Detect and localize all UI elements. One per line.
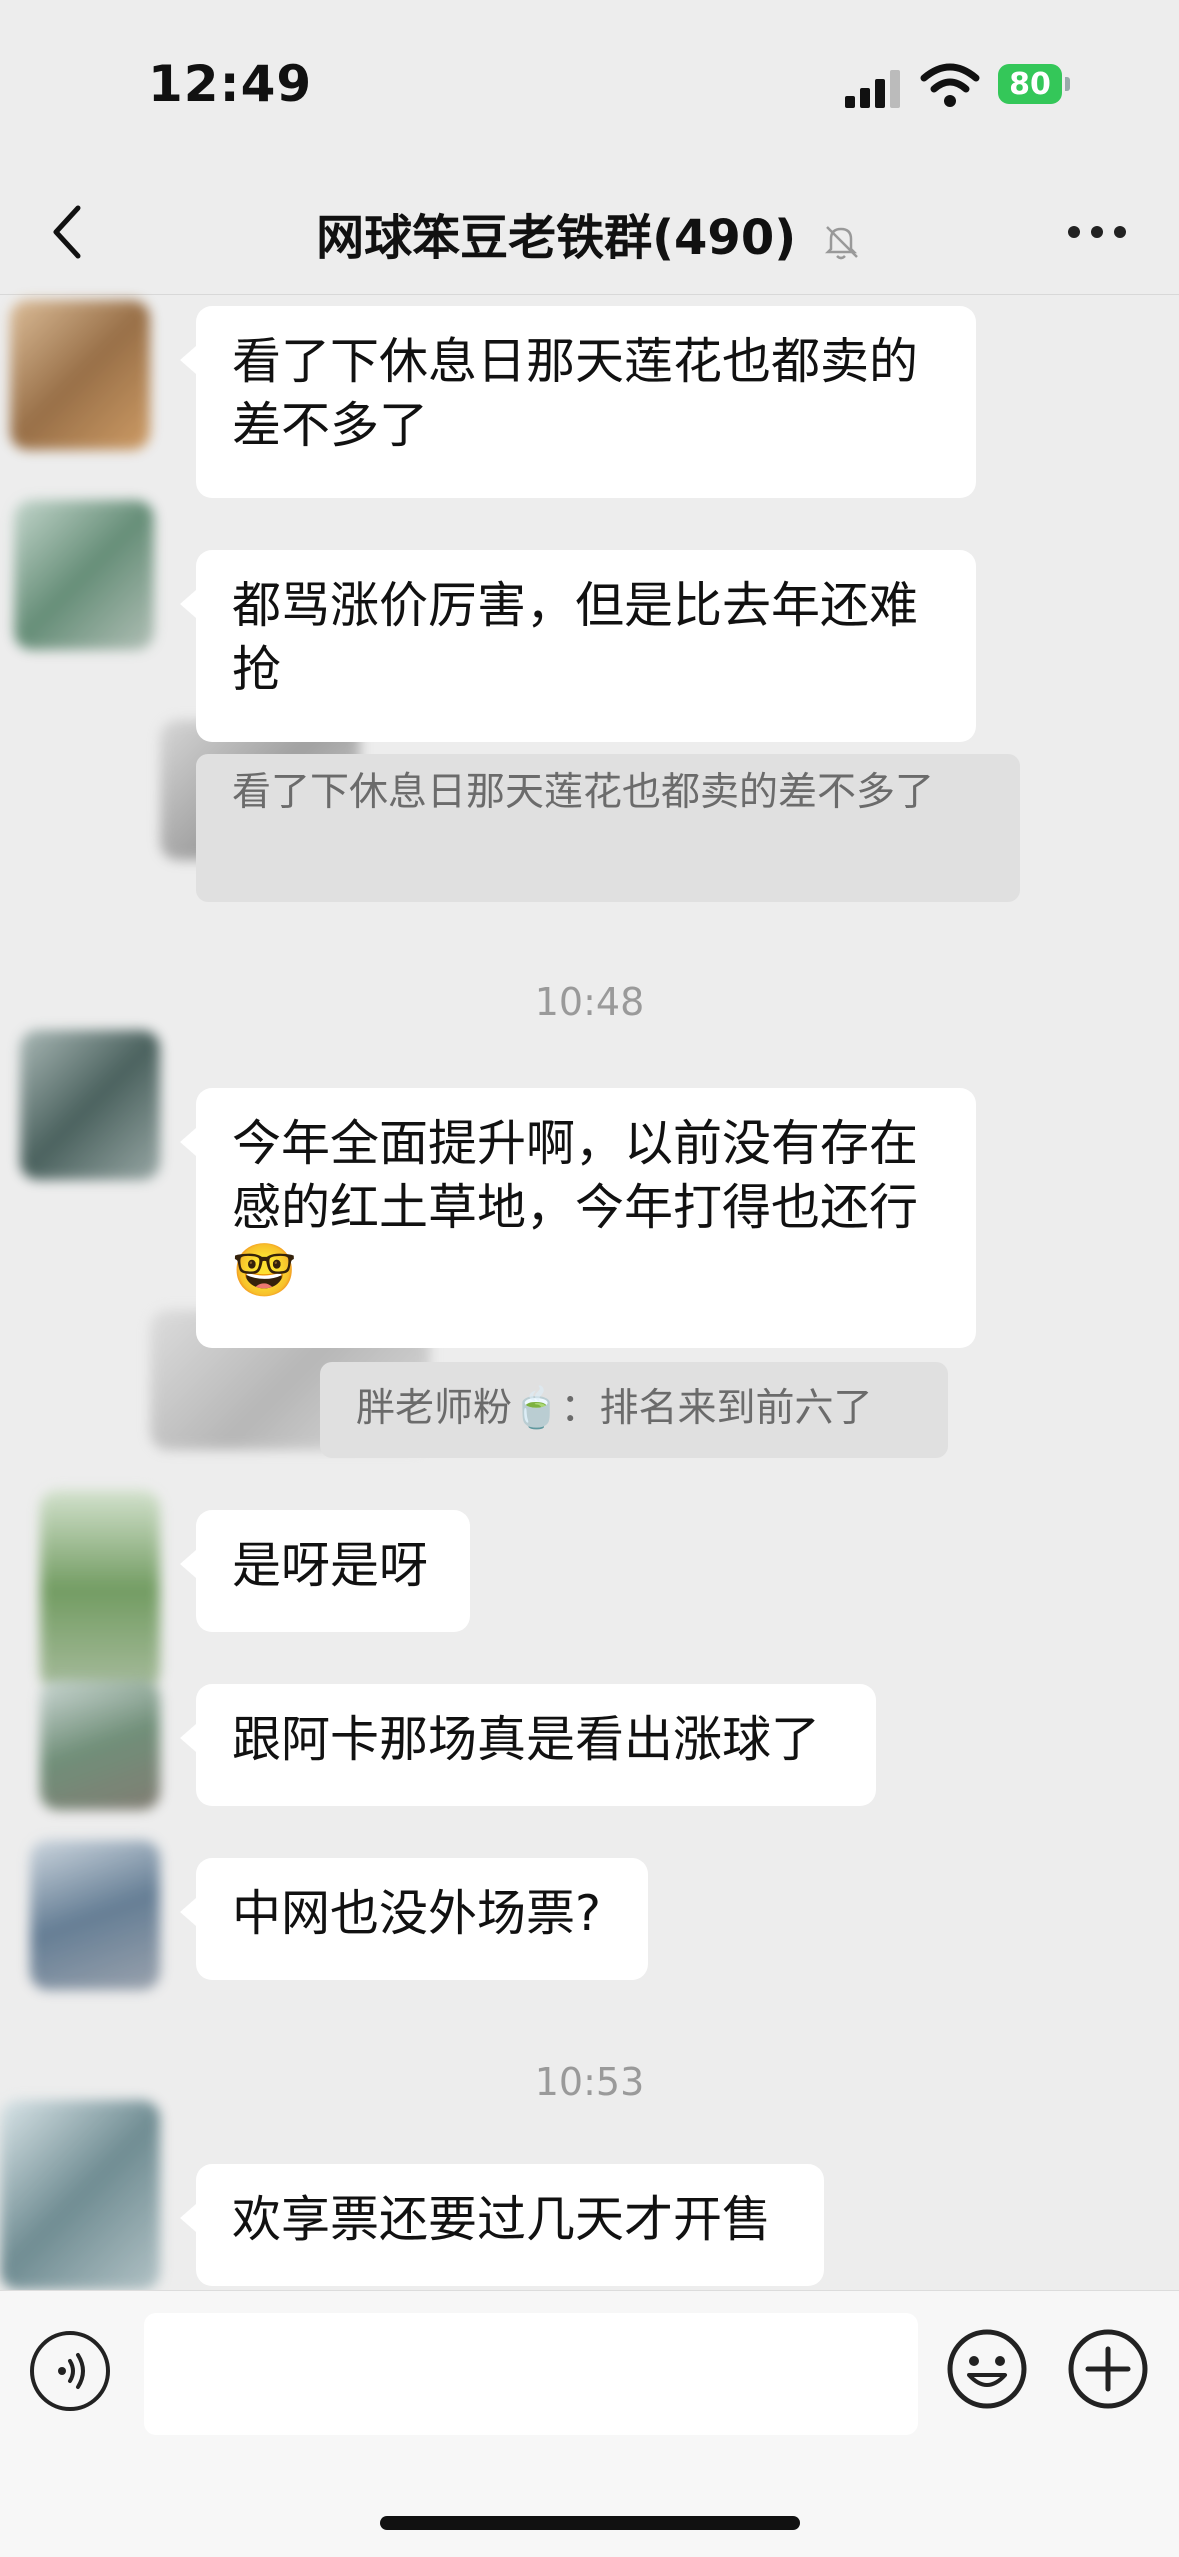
message-bubble[interactable]: 今年全面提升啊，以前没有存在感的红土草地，今年打得也还行 🤓	[180, 1088, 976, 1348]
ellipsis-icon[interactable]	[1062, 220, 1132, 244]
message-text: 中网也没外场票?	[232, 1885, 602, 1942]
message-bubble[interactable]: 欢享票还要过几天才开售	[180, 2164, 824, 2286]
status-bar: 12:49 80	[0, 0, 1179, 170]
avatar[interactable]	[14, 500, 154, 650]
avatar[interactable]	[30, 1840, 160, 1990]
chat-title: 网球笨豆老铁群(490)	[316, 210, 797, 266]
status-time: 12:49	[148, 55, 313, 113]
quoted-message[interactable]: 胖老师粉🍵：排名来到前六了	[320, 1362, 948, 1458]
quoted-text: 看了下休息日那天莲花也都卖的差不多了	[232, 770, 935, 815]
avatar[interactable]	[20, 1030, 160, 1180]
quoted-message[interactable]: 看了下休息日那天莲花也都卖的差不多了	[196, 754, 1020, 902]
voice-icon[interactable]	[30, 2331, 110, 2411]
message-bubble[interactable]: 都骂涨价厉害，但是比去年还难抢	[180, 550, 976, 742]
avatar[interactable]	[40, 1680, 160, 1810]
bell-slash-icon	[824, 226, 858, 260]
plus-circle-icon[interactable]	[1066, 2327, 1150, 2411]
message-text: 是呀是呀	[232, 1537, 429, 1594]
message-text: 都骂涨价厉害，但是比去年还难抢	[232, 577, 919, 698]
avatar[interactable]	[10, 300, 150, 450]
timestamp: 10:53	[534, 2060, 645, 2104]
message-text: 今年全面提升啊，以前没有存在感的红土草地，今年打得也还行	[232, 1115, 919, 1236]
chat-header: 网球笨豆老铁群(490)	[0, 170, 1179, 295]
home-indicator[interactable]	[380, 2516, 800, 2530]
message-text: 看了下休息日那天莲花也都卖的差不多了	[232, 333, 919, 454]
battery-icon: 80	[998, 64, 1072, 104]
smiley-icon[interactable]	[945, 2327, 1029, 2411]
avatar[interactable]	[0, 2100, 160, 2290]
cellular-signal-icon	[845, 68, 901, 108]
avatar[interactable]	[40, 1490, 160, 1690]
battery-level: 80	[998, 64, 1062, 104]
message-input[interactable]	[144, 2313, 918, 2435]
message-bubble[interactable]: 看了下休息日那天莲花也都卖的差不多了	[180, 306, 976, 498]
message-bubble[interactable]: 中网也没外场票?	[180, 1858, 648, 1980]
message-text: 欢享票还要过几天才开售	[232, 2191, 772, 2248]
chat-title-wrap[interactable]: 网球笨豆老铁群(490)	[0, 198, 1179, 268]
message-text: 跟阿卡那场真是看出涨球了	[232, 1711, 821, 1768]
message-bubble[interactable]: 跟阿卡那场真是看出涨球了	[180, 1684, 876, 1806]
quoted-text: 胖老师粉🍵：排名来到前六了	[356, 1386, 873, 1431]
message-bubble[interactable]: 是呀是呀	[180, 1510, 470, 1632]
wifi-icon	[920, 63, 980, 107]
nerd-emoji-icon: 🤓	[232, 1241, 297, 1301]
timestamp: 10:48	[534, 980, 645, 1024]
